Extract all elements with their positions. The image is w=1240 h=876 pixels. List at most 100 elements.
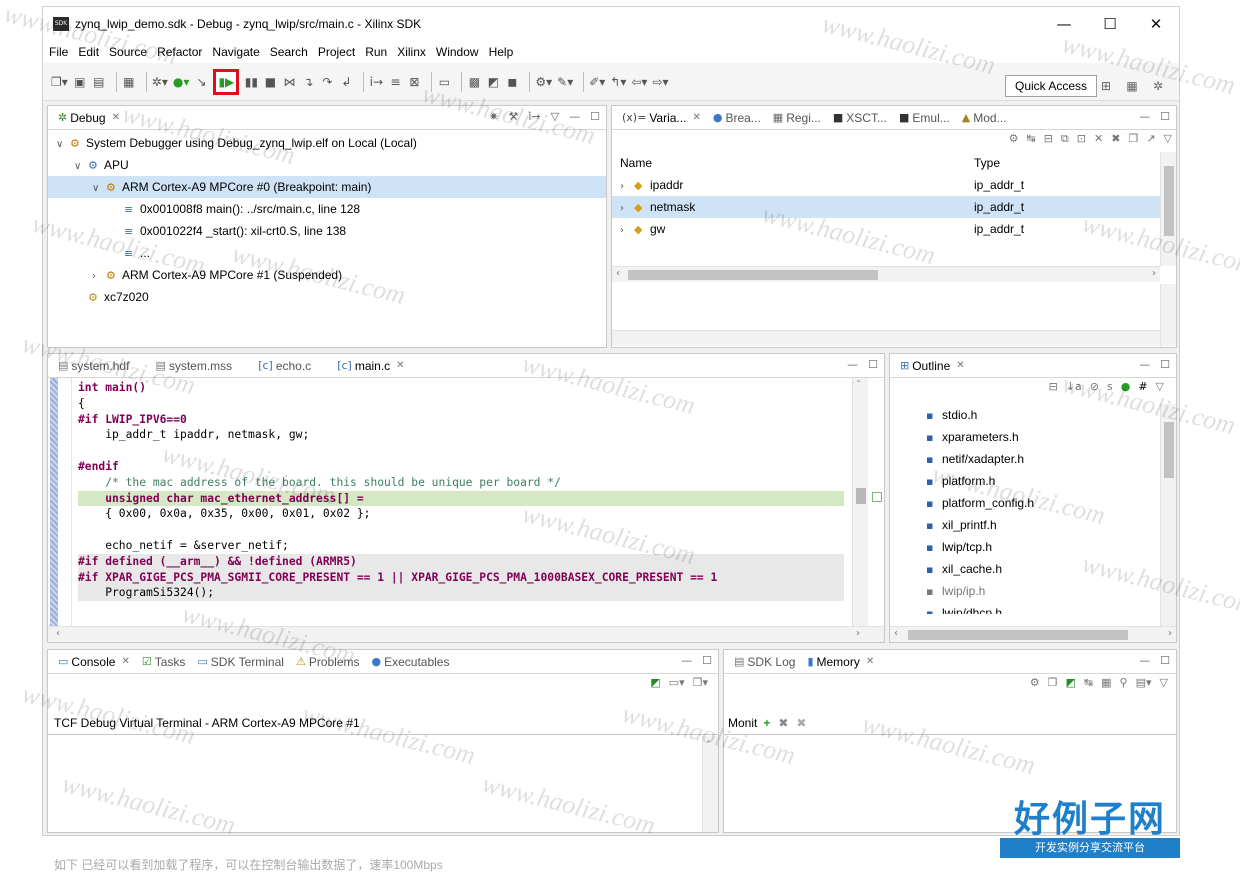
refresh-icon[interactable]: ⚙	[1030, 676, 1040, 689]
hide-includes-icon[interactable]: #	[1138, 380, 1147, 393]
pin-console-icon[interactable]: ◩	[650, 676, 660, 689]
menu-run[interactable]: Run	[365, 45, 387, 59]
collapse-all-icon[interactable]: ⊟	[1044, 132, 1053, 146]
collapse-icon[interactable]: ›	[92, 266, 106, 288]
detail-hscrollbar[interactable]	[612, 330, 1160, 346]
tab-emulation[interactable]: ■ Emul...	[893, 106, 956, 130]
terminate-icon[interactable]: ■	[263, 72, 277, 92]
debug-perspective-icon[interactable]: ✲	[1147, 75, 1169, 97]
view-menu-icon[interactable]: ▽	[551, 110, 559, 123]
tab-memory[interactable]: ▮ Memory ✕	[801, 650, 880, 674]
pin-memory-icon[interactable]: ◩	[1066, 676, 1076, 689]
minimize-view-icon[interactable]: —	[569, 110, 580, 123]
find-icon[interactable]: ⚲	[1120, 676, 1128, 689]
tab-problems[interactable]: ⚠ Problems	[290, 650, 366, 674]
list-item[interactable]: ▪ xil_cache.h	[890, 558, 1160, 580]
tab-system-mss[interactable]: ▤ system.mss	[149, 354, 238, 378]
tree-row[interactable]: › ⚙ ARM Cortex-A9 MPCore #1 (Suspended)	[48, 264, 606, 286]
link-icon[interactable]: ↹	[1084, 676, 1093, 689]
minimize-view-icon[interactable]: —	[1139, 654, 1150, 667]
chip-icon[interactable]: ◼	[505, 72, 519, 92]
close-tab-icon[interactable]: ✕	[866, 656, 874, 667]
view-menu-icon[interactable]: ▽	[1156, 380, 1164, 393]
collapse-all-icon[interactable]: ⊟	[1049, 380, 1058, 393]
variables-hscrollbar[interactable]: ‹ ›	[612, 266, 1160, 282]
menu-file[interactable]: File	[49, 45, 68, 59]
remove-icon[interactable]: ✕	[1094, 132, 1103, 146]
sort-icon[interactable]: ↓a	[1066, 380, 1082, 393]
tab-breakpoints[interactable]: ● Brea...	[707, 106, 767, 130]
outline-hscrollbar[interactable]: ‹ ›	[890, 626, 1176, 642]
hide-nonpublic-icon[interactable]: ●	[1121, 380, 1131, 393]
list-item[interactable]: ▪ netif/xadapter.h	[890, 448, 1160, 470]
maximize-view-icon[interactable]: ☐	[590, 110, 600, 123]
menu-refactor[interactable]: Refactor	[157, 45, 202, 59]
tab-echo-c[interactable]: [c] echo.c	[252, 354, 317, 378]
close-tab-icon[interactable]: ✕	[121, 656, 129, 667]
tab-sdk-log[interactable]: ▤ SDK Log	[728, 650, 801, 674]
open-perspective-icon[interactable]: ⊞	[1095, 75, 1117, 97]
menu-search[interactable]: Search	[270, 45, 308, 59]
drop-frame-icon[interactable]: ⊠	[407, 72, 421, 92]
maximize-view-icon[interactable]: ☐	[1160, 110, 1170, 123]
step-into-icon[interactable]: ↴	[301, 72, 315, 92]
menu-help[interactable]: Help	[489, 45, 514, 59]
skip-breakpoints-icon[interactable]: ↘	[194, 72, 208, 92]
format-icon[interactable]: ▤▾	[1136, 676, 1152, 689]
list-item[interactable]: ▪ xil_printf.h	[890, 514, 1160, 536]
expand-icon[interactable]: ∨	[92, 178, 106, 200]
tab-main-c[interactable]: [c] main.c ✕	[331, 354, 410, 378]
menu-edit[interactable]: Edit	[78, 45, 99, 59]
close-icon[interactable]: ✕	[1133, 7, 1179, 41]
tab-debug[interactable]: ✲ Debug ✕	[52, 106, 126, 130]
column-header-type[interactable]: Type	[972, 152, 1000, 174]
minimize-view-icon[interactable]: —	[1139, 358, 1150, 371]
minimize-view-icon[interactable]: —	[1139, 110, 1150, 123]
show-type-names-icon[interactable]: ⚙	[1009, 132, 1019, 146]
display-console-icon[interactable]: ▭▾	[669, 676, 685, 689]
run-icon[interactable]: ●▾	[173, 72, 190, 92]
table-layout-icon[interactable]: ▦	[1101, 676, 1111, 689]
maximize-view-icon[interactable]: ☐	[1160, 358, 1170, 371]
maximize-view-icon[interactable]: ☐	[702, 654, 712, 667]
maximize-view-icon[interactable]: ☐	[868, 358, 878, 371]
tree-row[interactable]: ⚙ xc7z020	[48, 286, 606, 308]
sdk-icon[interactable]: ◩	[486, 72, 500, 92]
expand-icon[interactable]: ∨	[56, 134, 70, 156]
maximize-view-icon[interactable]: ☐	[1160, 654, 1170, 667]
minimize-icon[interactable]: —	[1041, 7, 1087, 41]
remove-all-icon[interactable]: ✖	[1111, 132, 1120, 146]
console-vscrollbar[interactable]: ˆ	[702, 736, 718, 832]
edit-icon[interactable]: ✐▾	[589, 72, 605, 92]
last-edit-icon[interactable]: ↰▾	[610, 72, 626, 92]
tab-console[interactable]: ▭ Console ✕	[52, 650, 136, 674]
view-menu-icon[interactable]: ▽	[1164, 132, 1172, 146]
close-tab-icon[interactable]: ✕	[112, 112, 120, 123]
show-logical-structure-icon[interactable]: ↹	[1026, 132, 1035, 146]
program-fpga-icon[interactable]: ▦	[122, 72, 136, 92]
step-filters-icon[interactable]: ≡	[388, 72, 402, 92]
step-over-icon[interactable]: ↷	[320, 72, 334, 92]
table-row[interactable]: › ◆ gw ip_addr_t	[612, 218, 1160, 240]
resume-icon[interactable]: ▮▶	[213, 68, 240, 95]
remove-all-monitors-icon[interactable]: ✖	[796, 716, 806, 730]
maximize-icon[interactable]: ☐	[1087, 7, 1133, 41]
overview-ruler-marker[interactable]	[872, 492, 882, 502]
source-code[interactable]: int main() { #if LWIP_IPV6==0 ip_addr_t …	[78, 380, 844, 602]
menu-navigate[interactable]: Navigate	[212, 45, 259, 59]
expand-icon[interactable]: ›	[620, 176, 634, 198]
editor-vscrollbar[interactable]: ˆ	[852, 378, 868, 626]
tree-row[interactable]: ≡ 0x001022f4 _start(): xil-crt0.S, line 1…	[48, 220, 606, 242]
pin-icon[interactable]: ✎▾	[557, 72, 573, 92]
tab-variables[interactable]: (x)= Varia... ✕	[616, 106, 707, 130]
quick-access-field[interactable]: Quick Access	[1005, 75, 1097, 97]
hide-static-icon[interactable]: s	[1107, 380, 1113, 393]
new-expression-icon[interactable]: ❐	[1128, 132, 1138, 146]
debug-icon[interactable]: ✲▾	[152, 72, 168, 92]
close-tab-icon[interactable]: ✕	[956, 360, 964, 371]
list-item[interactable]: ▪ xparameters.h	[890, 426, 1160, 448]
tab-registers[interactable]: ▦ Regi...	[767, 106, 827, 130]
tab-sdk-terminal[interactable]: ▭ SDK Terminal	[191, 650, 290, 674]
minimize-view-icon[interactable]: —	[681, 654, 692, 667]
outline-vscrollbar[interactable]	[1160, 404, 1176, 626]
